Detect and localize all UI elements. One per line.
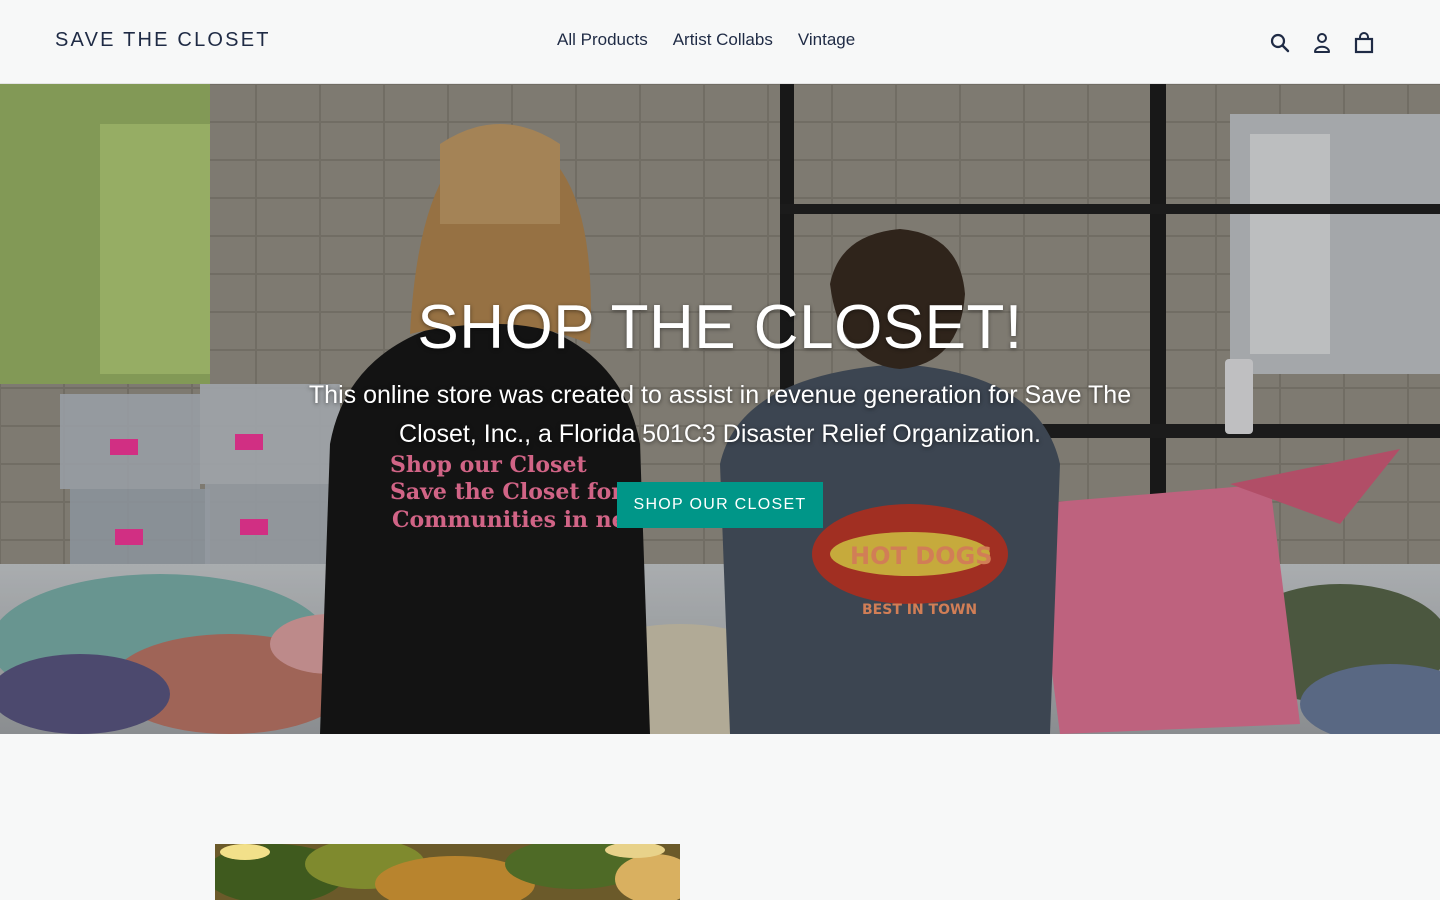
featured-collection-image[interactable] <box>215 844 680 900</box>
nav-link-vintage[interactable]: Vintage <box>798 30 855 50</box>
site-header: SAVE THE CLOSET All Products Artist Coll… <box>0 0 1440 84</box>
hero-banner: Shop our Closet Save the Closet for Comm… <box>0 84 1440 734</box>
search-icon[interactable] <box>1268 31 1292 55</box>
nav-link-artist-collabs[interactable]: Artist Collabs <box>673 30 773 50</box>
header-icons <box>1268 31 1376 55</box>
main-nav: All Products Artist Collabs Vintage <box>557 30 855 50</box>
cart-icon[interactable] <box>1352 31 1376 55</box>
shop-our-closet-button[interactable]: SHOP OUR CLOSET <box>617 482 823 528</box>
hero-subtitle: This online store was created to assist … <box>308 381 1132 448</box>
hero-title: SHOP THE CLOSET! <box>417 293 1023 362</box>
nav-link-all-products[interactable]: All Products <box>557 30 648 50</box>
site-logo[interactable]: SAVE THE CLOSET <box>55 29 271 52</box>
account-icon[interactable] <box>1310 31 1334 55</box>
